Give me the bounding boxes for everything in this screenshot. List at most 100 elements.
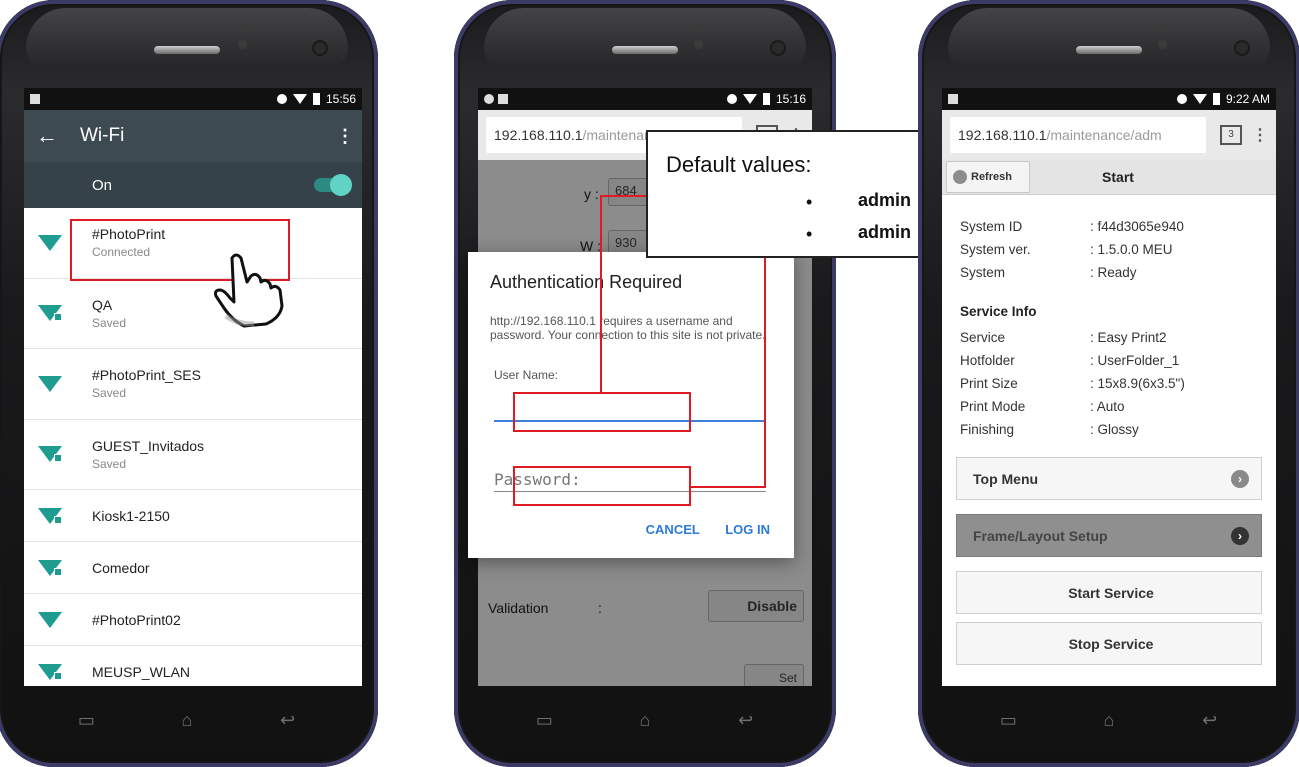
stop-service-button[interactable]: Stop Service <box>956 622 1262 665</box>
info-row: System: Ready <box>960 265 1137 280</box>
service-info-heading: Service Info <box>960 304 1037 319</box>
wifi-signal-icon <box>38 234 62 251</box>
back-icon[interactable]: ↩ <box>733 711 759 729</box>
dialog-message: http://192.168.110.1 requires a username… <box>490 314 766 342</box>
earpiece <box>154 46 220 54</box>
battery-icon <box>762 93 770 105</box>
wifi-header: ← Wi-Fi ⋮ On <box>24 110 362 208</box>
page-toolbar: Refresh Start <box>942 160 1276 195</box>
recent-apps-icon[interactable]: ▭ <box>531 711 557 729</box>
home-icon[interactable]: ⌂ <box>174 711 200 729</box>
default-values-callout: Default values: • admin • admin <box>646 130 948 258</box>
nav-bar: ▭ ⌂ ↩ <box>958 702 1260 738</box>
info-row: Print Size: 15x8.9(6x3.5") <box>960 376 1185 391</box>
dnd-icon <box>726 94 737 104</box>
wifi-switch[interactable] <box>314 174 352 196</box>
status-bar: 15:56 <box>24 88 362 110</box>
refresh-icon <box>953 170 967 184</box>
overflow-menu-icon[interactable]: ⋮ <box>1252 125 1268 145</box>
top-menu-button[interactable]: Top Menu › <box>956 457 1262 500</box>
start-service-button[interactable]: Start Service <box>956 571 1262 614</box>
refresh-button[interactable]: Refresh <box>946 161 1030 193</box>
status-time: 9:22 AM <box>1225 92 1270 106</box>
system-info: System ID: f44d3065e940 System ver.: 1.5… <box>942 215 1276 284</box>
network-item[interactable]: #PhotoPrint_SES Saved <box>24 349 362 420</box>
address-bar[interactable]: 192.168.110.1/maintenance/adm <box>950 117 1206 153</box>
dialog-title: Authentication Required <box>490 272 683 292</box>
info-row: System ver.: 1.5.0.0 MEU <box>960 242 1173 257</box>
info-row: Print Mode: Auto <box>960 399 1125 414</box>
recent-apps-icon[interactable]: ▭ <box>995 711 1021 729</box>
status-bar: 9:22 AM <box>942 88 1276 110</box>
highlight-username <box>513 392 691 432</box>
network-item[interactable]: GUEST_Invitados Saved <box>24 420 362 490</box>
network-item[interactable]: Comedor <box>24 542 362 594</box>
recent-apps-icon[interactable]: ▭ <box>73 711 99 729</box>
network-item[interactable]: Kiosk1-2150 <box>24 490 362 542</box>
front-camera <box>314 42 326 54</box>
info-row: Hotfolder: UserFolder_1 <box>960 353 1180 368</box>
screen: 9:22 AM 192.168.110.1/maintenance/adm 3 … <box>942 88 1276 686</box>
cancel-button[interactable]: CANCEL <box>646 522 700 537</box>
dnd-icon <box>1176 94 1187 104</box>
page-title: Start <box>1102 169 1134 185</box>
wifi-locked-icon <box>38 446 62 463</box>
wifi-locked-icon <box>38 507 62 524</box>
front-camera <box>772 42 784 54</box>
phone-wifi: 15:56 ← Wi-Fi ⋮ On #PhotoPrint Connected … <box>0 0 378 767</box>
back-arrow-icon[interactable]: ← <box>36 123 80 149</box>
home-icon[interactable]: ⌂ <box>632 711 658 729</box>
pointing-hand-icon <box>214 253 284 328</box>
status-bar: 15:16 <box>478 88 812 110</box>
default-username: admin <box>858 190 912 210</box>
network-item[interactable]: MEUSP_WLAN <box>24 646 362 686</box>
chevron-right-icon: › <box>1231 526 1249 545</box>
status-time: 15:16 <box>775 92 806 106</box>
wifi-locked-icon <box>38 305 62 322</box>
connector-line <box>764 250 766 488</box>
wifi-locked-icon <box>38 559 62 576</box>
chevron-right-icon: › <box>1231 469 1249 488</box>
front-camera <box>1236 42 1248 54</box>
default-password: admin <box>858 222 912 242</box>
back-icon[interactable]: ↩ <box>275 711 301 729</box>
screen: 15:56 ← Wi-Fi ⋮ On #PhotoPrint Connected … <box>24 88 362 686</box>
toggle-label: On <box>92 176 113 194</box>
tab-switcher-icon[interactable]: 3 <box>1220 125 1242 145</box>
earpiece <box>612 46 678 54</box>
wifi-status-icon <box>292 94 307 104</box>
username-label: User Name: <box>494 368 559 382</box>
overflow-menu-icon[interactable]: ⋮ <box>336 126 354 147</box>
network-item[interactable]: #PhotoPrint02 <box>24 594 362 646</box>
frame-layout-button[interactable]: Frame/Layout Setup › <box>956 514 1262 557</box>
wifi-toggle-row[interactable]: On <box>24 162 362 208</box>
network-item[interactable]: QA Saved <box>24 279 362 349</box>
image-notification-icon <box>30 94 40 104</box>
battery-icon <box>1212 93 1220 105</box>
wifi-signal-icon <box>38 375 62 392</box>
earpiece <box>1076 46 1142 54</box>
home-icon[interactable]: ⌂ <box>1096 711 1122 729</box>
wifi-locked-icon <box>38 663 62 680</box>
whatsapp-icon <box>484 94 494 104</box>
battery-icon <box>312 93 320 105</box>
image-notification-icon <box>498 94 508 104</box>
highlight-password <box>513 466 691 506</box>
back-icon[interactable]: ↩ <box>1197 711 1223 729</box>
connector-line <box>691 486 766 488</box>
service-info: Service: Easy Print2 Hotfolder: UserFold… <box>942 326 1276 441</box>
browser-toolbar: 192.168.110.1/maintenance/adm 3 ⋮ <box>942 110 1276 160</box>
status-time: 15:56 <box>325 92 356 106</box>
connector-line <box>600 196 602 394</box>
dnd-icon <box>276 94 287 104</box>
nav-bar: ▭ ⌂ ↩ <box>36 702 338 738</box>
callout-heading: Default values: <box>666 152 812 177</box>
wifi-signal-icon <box>38 611 62 628</box>
info-row: Finishing: Glossy <box>960 422 1139 437</box>
page-title: Wi-Fi <box>80 125 125 146</box>
login-button[interactable]: LOG IN <box>725 522 770 537</box>
phone-maintenance: 9:22 AM 192.168.110.1/maintenance/adm 3 … <box>918 0 1299 767</box>
info-row: System ID: f44d3065e940 <box>960 219 1184 234</box>
image-notification-icon <box>948 94 958 104</box>
nav-bar: ▭ ⌂ ↩ <box>494 702 796 738</box>
